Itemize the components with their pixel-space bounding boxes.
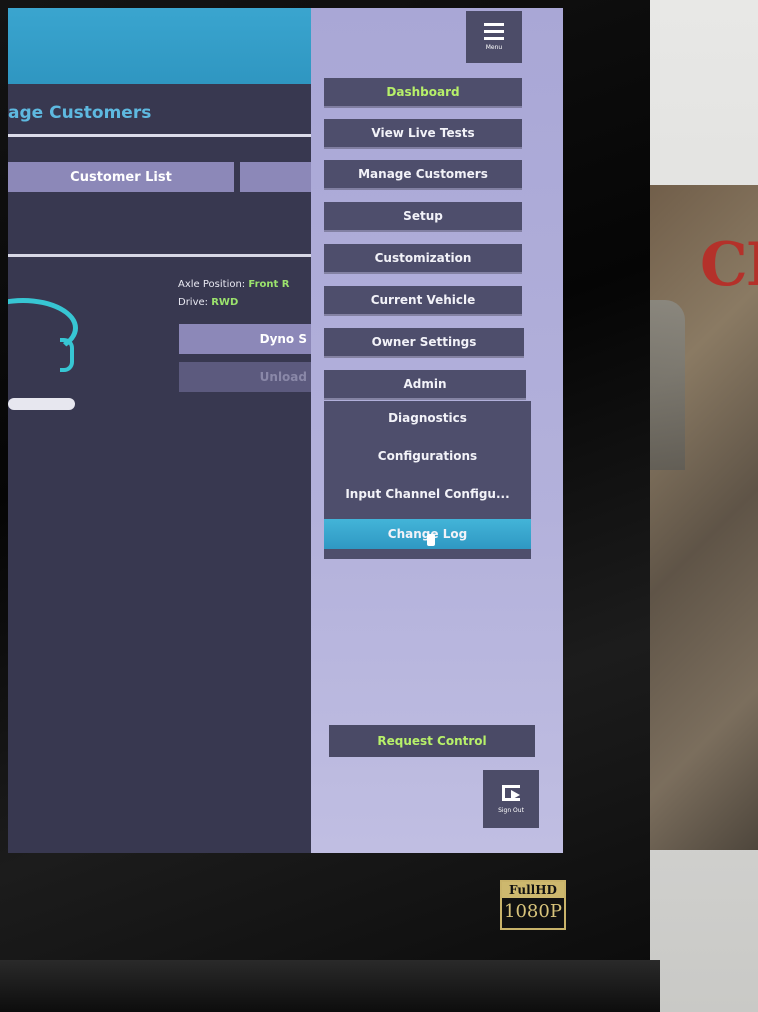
nav-admin[interactable]: Admin xyxy=(324,370,526,398)
nav-dashboard[interactable]: Dashboard xyxy=(324,78,522,106)
nav-manage-customers[interactable]: Manage Customers xyxy=(324,160,522,188)
nav-current-vehicle[interactable]: Current Vehicle xyxy=(324,286,522,314)
tab-secondary[interactable] xyxy=(240,162,311,192)
hd-badge-top: FullHD xyxy=(502,882,564,898)
menu-label: Menu xyxy=(485,44,503,51)
hamburger-menu-icon xyxy=(484,23,504,40)
nav-owner-settings[interactable]: Owner Settings xyxy=(324,328,524,356)
page-title: age Customers xyxy=(8,103,152,123)
menu-button[interactable]: Menu xyxy=(466,11,522,63)
app-header xyxy=(8,8,311,84)
drive-label: Drive: xyxy=(178,297,209,308)
submenu-diagnostics[interactable]: Diagnostics xyxy=(324,403,531,433)
hd-badge: FullHD 1080P xyxy=(500,880,566,930)
poster-lettering: CI xyxy=(700,230,758,300)
nav-customization[interactable]: Customization xyxy=(324,244,522,272)
hd-badge-bottom: 1080P xyxy=(504,901,562,922)
tab-customer-list[interactable]: Customer List xyxy=(8,162,234,192)
monitor-screen: age Customers Customer List Axle Positio… xyxy=(8,8,563,853)
sign-out-icon xyxy=(502,784,520,801)
nav-drawer: Menu Dashboard View Live Tests Manage Cu… xyxy=(311,8,563,853)
submenu-input-channel-config[interactable]: Input Channel Configu... xyxy=(324,479,531,509)
submenu-configurations[interactable]: Configurations xyxy=(324,441,531,471)
dyno-button[interactable]: Dyno S xyxy=(179,324,311,354)
monitor-base xyxy=(0,960,660,1012)
request-control-button[interactable]: Request Control xyxy=(329,725,535,757)
logo-hook-icon xyxy=(60,338,74,372)
sign-out-button[interactable]: Sign Out xyxy=(483,770,539,828)
app-main: age Customers Customer List Axle Positio… xyxy=(8,8,311,853)
drive-value: RWD xyxy=(211,297,239,308)
logo-underline xyxy=(8,398,75,410)
axle-label: Axle Position: xyxy=(178,279,246,290)
title-divider xyxy=(8,134,311,137)
pointer-cursor-icon xyxy=(427,534,435,546)
nav-setup[interactable]: Setup xyxy=(324,202,522,230)
sign-out-label: Sign Out xyxy=(498,806,524,814)
axle-value: Front R xyxy=(248,279,290,290)
vehicle-info: Axle Position: Front R Drive: RWD xyxy=(178,276,289,312)
nav-view-live-tests[interactable]: View Live Tests xyxy=(324,119,522,147)
section-divider xyxy=(8,254,311,257)
unload-button[interactable]: Unload xyxy=(179,362,311,392)
